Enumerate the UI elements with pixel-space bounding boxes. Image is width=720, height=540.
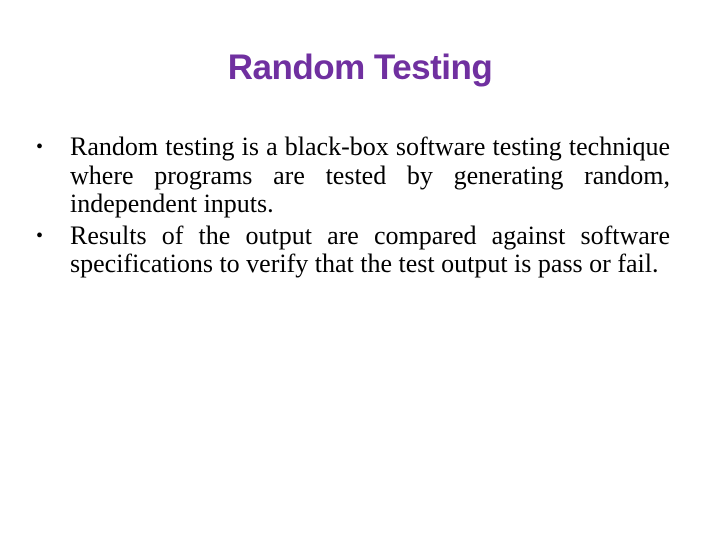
slide-title: Random Testing <box>227 48 493 87</box>
bullet-item: • Results of the output are compared aga… <box>36 220 670 279</box>
bullet-text: Results of the output are compared again… <box>70 220 670 278</box>
bullet-list: • Random testing is a black-box software… <box>36 132 670 282</box>
bullet-text: Random testing is a black-box software t… <box>70 132 670 218</box>
slide: Random Testing • Random testing is a bla… <box>0 0 720 540</box>
bullet-icon: • <box>36 136 44 158</box>
bullet-icon: • <box>36 224 44 247</box>
bullet-item: • Random testing is a black-box software… <box>36 132 670 219</box>
